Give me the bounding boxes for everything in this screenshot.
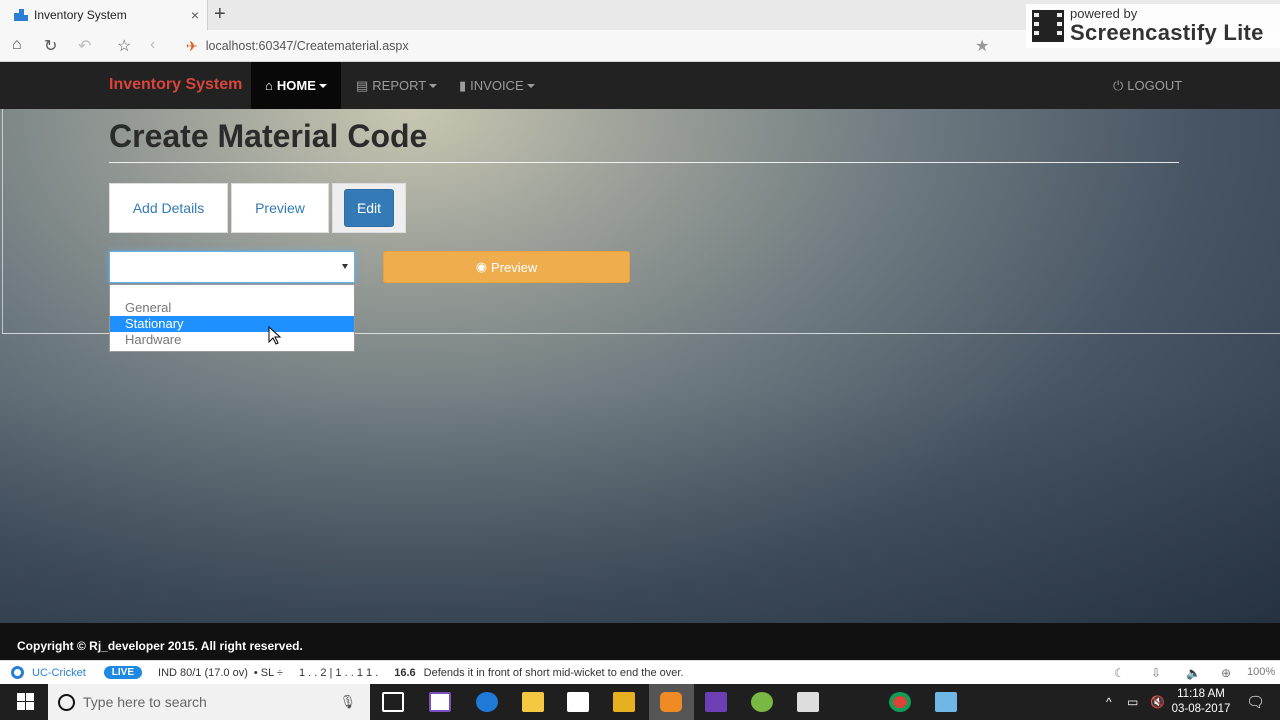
tab-preview[interactable]: Preview	[231, 183, 329, 233]
windows-taskbar: Type here to search 🎙 ^ ▭ 🔇 11:18 AM 03-…	[0, 684, 1280, 720]
windows-start-icon[interactable]	[17, 693, 34, 710]
mouse-cursor-icon	[268, 326, 282, 345]
home-icon: ⌂	[265, 78, 273, 93]
edge-browser-icon[interactable]	[476, 692, 498, 712]
nav-invoice-label: INVOICE	[470, 78, 524, 93]
clock-time: 11:18 AM	[1177, 688, 1225, 700]
tab-add-details[interactable]: Add Details	[109, 183, 228, 233]
action-center-icon[interactable]: 🗨	[1246, 684, 1265, 720]
visual-studio-icon[interactable]	[705, 692, 727, 712]
nav-invoice[interactable]: ▮ INVOICE	[459, 62, 535, 109]
eye-icon: ◉	[475, 259, 488, 274]
ticker-overs: 1 . . 2 | 1 . . 1 1 .	[298, 666, 379, 679]
option-hardware[interactable]: Hardware	[110, 332, 354, 348]
nav-report-label: REPORT	[372, 78, 427, 93]
home-icon[interactable]: ⌂	[12, 36, 22, 54]
watermark-line1: powered by	[1070, 6, 1138, 21]
file-icon: ▮	[459, 77, 467, 93]
show-hidden-icons-icon[interactable]: ^	[1106, 684, 1112, 720]
site-favicon-icon	[14, 9, 28, 21]
task-view-icon[interactable]	[382, 692, 404, 712]
nav-report[interactable]: ▤ REPORT	[356, 62, 438, 109]
ticker-score: IND 80/1 (17.0 ov)	[158, 666, 248, 679]
copyright-text: Copyright © Rj_developer 2015. All right…	[17, 639, 303, 653]
favorites-star-icon[interactable]: ☆	[117, 36, 131, 56]
tab-close-icon[interactable]: ×	[191, 7, 199, 23]
live-badge: LIVE	[103, 666, 143, 679]
preview-button-label: Preview	[491, 259, 538, 275]
new-tab-icon[interactable]: +	[214, 3, 226, 26]
screencastify-watermark: powered by Screencastify Lite	[1026, 4, 1280, 48]
night-mode-icon[interactable]: ☾	[1114, 666, 1125, 680]
cortana-icon	[58, 693, 75, 711]
site-security-icon: ✈	[186, 37, 198, 54]
web-page: Inventory System ⌂ HOME ▤ REPORT ▮ INVOI…	[0, 62, 1280, 660]
android-studio-icon[interactable]	[751, 692, 773, 712]
back-icon[interactable]: ‹	[150, 36, 155, 54]
zoom-icon[interactable]: ⊕	[1221, 666, 1231, 680]
visual-studio-code-icon[interactable]	[429, 692, 451, 712]
volume-muted-icon[interactable]: 🔇	[1150, 684, 1165, 720]
film-icon	[1032, 10, 1064, 42]
url-field[interactable]: ✈ localhost:60347/Creatematerial.aspx	[186, 36, 966, 56]
navbar-brand[interactable]: Inventory System	[109, 76, 242, 94]
zoom-level: 100%	[1247, 666, 1276, 678]
microphone-icon[interactable]: 🎙	[339, 694, 356, 710]
system-clock[interactable]: 11:18 AM 03-08-2017	[1168, 687, 1234, 717]
page-footer: Copyright © Rj_developer 2015. All right…	[0, 623, 1280, 660]
power-icon: ⏻	[1113, 77, 1124, 93]
clock-date: 03-08-2017	[1171, 703, 1231, 715]
browser-tab[interactable]: Inventory System ×	[0, 0, 208, 30]
top-navbar: Inventory System ⌂ HOME ▤ REPORT ▮ INVOI…	[0, 62, 1280, 109]
uc-browser-icon[interactable]	[660, 692, 682, 712]
edit-button[interactable]: Edit	[343, 189, 395, 227]
cricket-ticker: UC-Cricket LIVE IND 80/1 (17.0 ov) • SL …	[0, 660, 1280, 684]
category-dropdown-list: General Stationary Hardware	[109, 284, 355, 352]
ticker-commentary: Defends it in front of short mid-wicket …	[423, 666, 684, 679]
preview-button[interactable]: ◉ Preview	[383, 251, 630, 283]
page-title: Create Material Code	[109, 118, 428, 154]
download-icon[interactable]: ⇩	[1151, 666, 1161, 680]
search-placeholder: Type here to search	[83, 694, 207, 710]
sticky-app-icon[interactable]	[613, 692, 635, 712]
material-category-select[interactable]	[109, 251, 355, 283]
uc-cricket-logo-icon	[11, 666, 24, 679]
caret-down-icon	[526, 83, 535, 88]
option-stationary[interactable]: Stationary	[110, 316, 354, 332]
ticker-ball: 16.6	[394, 666, 416, 679]
option-general[interactable]: General	[110, 300, 354, 316]
volume-icon[interactable]: 🔈	[1186, 666, 1201, 680]
browser-tab-title: Inventory System	[34, 8, 127, 22]
list-icon: ▤	[356, 77, 369, 93]
tools-app-icon[interactable]	[797, 692, 819, 712]
file-explorer-icon[interactable]	[522, 692, 544, 712]
nav-home-label: HOME	[276, 78, 316, 93]
nav-home[interactable]: ⌂ HOME	[251, 62, 341, 109]
caret-down-icon	[429, 83, 438, 88]
nav-logout-label: LOGOUT	[1127, 78, 1183, 93]
tab-edit[interactable]: Edit	[332, 183, 406, 233]
dropdown-arrow-icon	[342, 264, 348, 269]
refresh-icon[interactable]: ↻	[44, 36, 57, 56]
watermark-line2: Screencastify Lite	[1070, 20, 1264, 45]
notepad-app-icon[interactable]	[935, 692, 957, 712]
caret-down-icon	[318, 83, 327, 88]
tab-add-details-label: Add Details	[132, 200, 205, 216]
url-text: localhost:60347/Creatematerial.aspx	[205, 39, 409, 53]
title-divider	[109, 162, 1179, 163]
tab-preview-label: Preview	[255, 200, 305, 216]
taskbar-search-box[interactable]: Type here to search 🎙	[48, 684, 370, 720]
ticker-app-name[interactable]: UC-Cricket	[32, 667, 86, 679]
nav-logout[interactable]: ⏻ LOGOUT	[1113, 62, 1182, 109]
network-icon[interactable]: ▭	[1127, 684, 1138, 720]
store-icon[interactable]	[567, 692, 589, 712]
chrome-icon[interactable]	[889, 692, 911, 712]
ticker-opponent: • SL ÷	[253, 666, 283, 679]
bookmark-star-icon[interactable]: ★	[975, 36, 989, 56]
undo-icon[interactable]: ↶	[78, 36, 91, 56]
